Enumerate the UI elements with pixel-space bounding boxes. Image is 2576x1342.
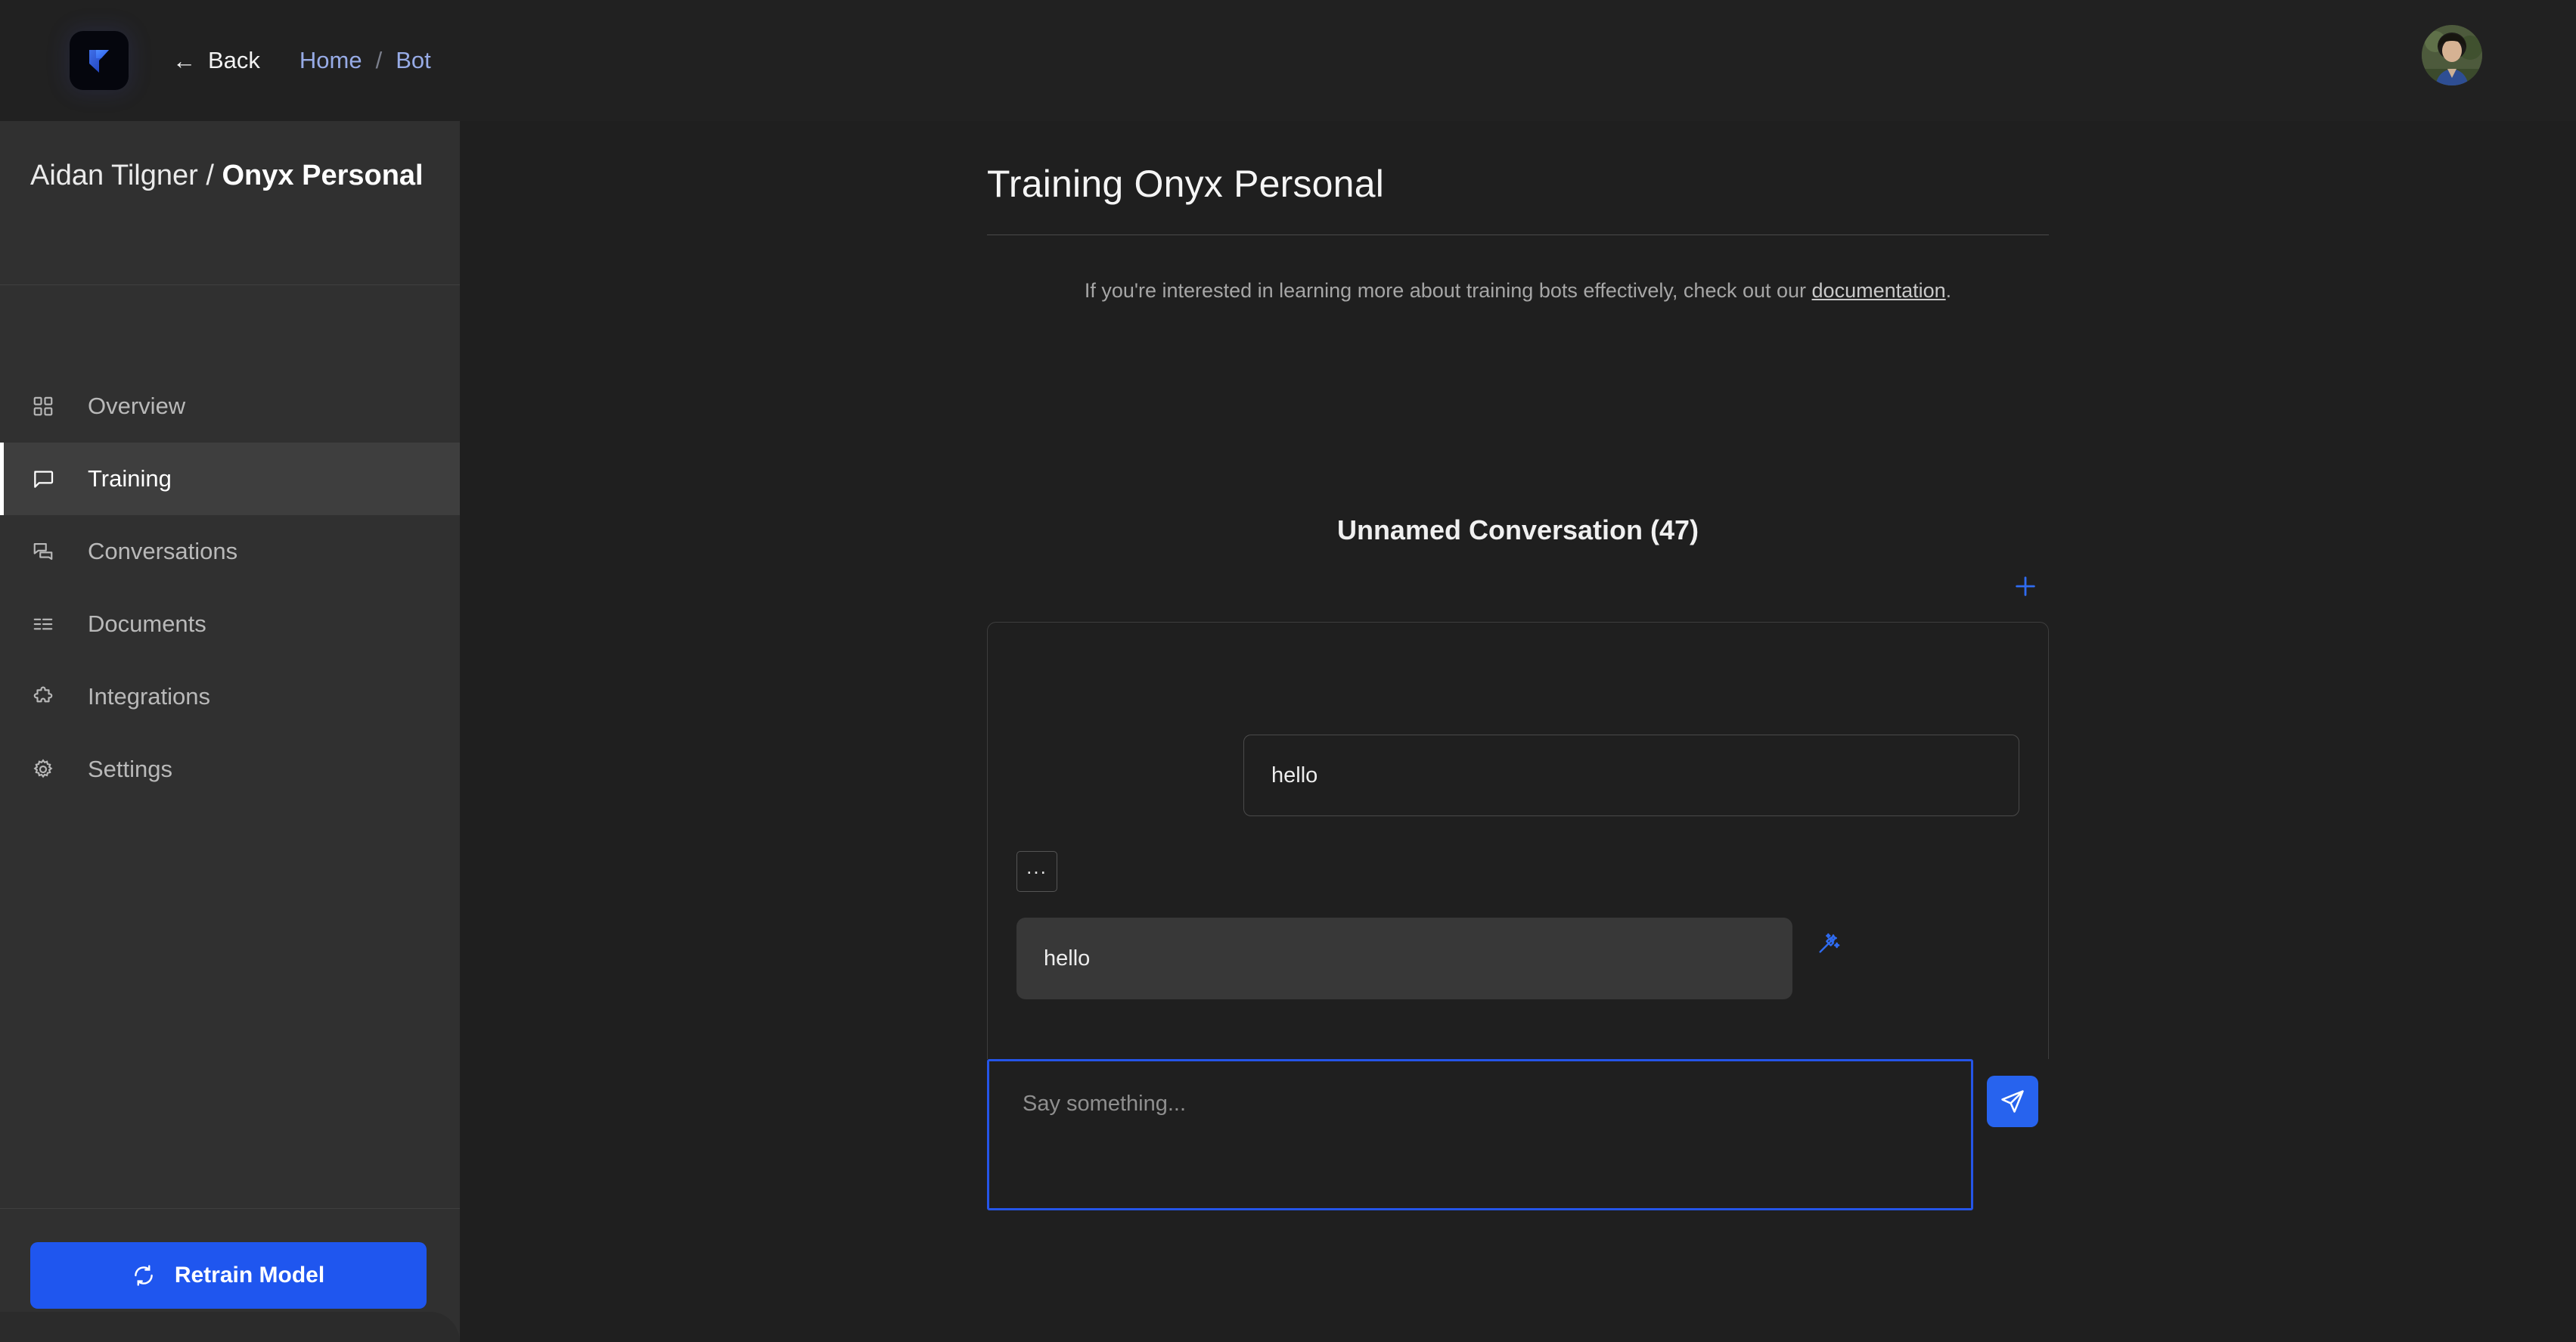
breadcrumb-home[interactable]: Home: [299, 47, 362, 74]
sidebar-bottom-decoration: [0, 1312, 460, 1342]
sidebar-item-label: Integrations: [88, 683, 210, 710]
avatar-photo: [2422, 25, 2482, 85]
sidebar-spacer: [0, 806, 460, 1208]
message-options-button[interactable]: ...: [1016, 851, 1057, 892]
sidebar-bot-name: Onyx Personal: [222, 160, 424, 191]
sidebar-title-separator: /: [198, 160, 222, 191]
send-message-button[interactable]: [1987, 1076, 2038, 1127]
plus-icon: [2013, 573, 2038, 599]
magic-wand-button[interactable]: [1812, 927, 1845, 960]
help-text: If you're interested in learning more ab…: [987, 279, 2049, 303]
flowchart-logo-icon: [82, 44, 116, 77]
user-message-bubble[interactable]: hello: [1243, 735, 2019, 816]
bot-message-bubble[interactable]: hello: [1016, 918, 1792, 999]
chat-bubble-icon: [30, 466, 56, 492]
add-conversation-button[interactable]: [2008, 569, 2043, 604]
sidebar: Aidan Tilgner / Onyx Personal Overview: [0, 121, 460, 1342]
breadcrumb-bot[interactable]: Bot: [396, 47, 431, 74]
back-arrow-icon: ←: [172, 49, 196, 73]
sidebar-header: Aidan Tilgner / Onyx Personal: [0, 121, 460, 285]
back-button-label: Back: [208, 47, 260, 74]
send-paper-plane-icon: [2000, 1089, 2025, 1114]
app-logo[interactable]: [70, 31, 129, 90]
sidebar-item-settings[interactable]: Settings: [0, 733, 460, 806]
gear-icon: [30, 756, 56, 782]
add-conversation-row: [987, 569, 2049, 604]
breadcrumb: Home / Bot: [299, 47, 431, 74]
sidebar-item-training[interactable]: Training: [0, 443, 460, 515]
sidebar-bot-title: Aidan Tilgner / Onyx Personal: [30, 157, 427, 194]
puzzle-icon: [30, 684, 56, 710]
conversation-title: Unnamed Conversation (47): [987, 514, 2049, 546]
sidebar-owner-name: Aidan Tilgner: [30, 160, 198, 191]
sidebar-nav: Overview Training Conversations: [0, 370, 460, 806]
message-row-user: hello: [1016, 623, 2019, 816]
main-content: Training Onyx Personal If you're interes…: [460, 121, 2576, 1342]
retrain-model-label: Retrain Model: [175, 1263, 324, 1288]
composer-row: [987, 1059, 2049, 1210]
chats-icon: [30, 539, 56, 564]
sidebar-item-label: Overview: [88, 393, 185, 420]
app-root: ← Back Home / Bot Aidan: [0, 0, 2576, 1342]
sidebar-item-overview[interactable]: Overview: [0, 370, 460, 443]
message-row-bot: hello: [1016, 918, 2019, 999]
breadcrumb-separator: /: [376, 47, 383, 74]
sidebar-item-conversations[interactable]: Conversations: [0, 515, 460, 588]
message-options-row: ...: [1016, 816, 2019, 892]
content-column: Training Onyx Personal If you're interes…: [987, 121, 2049, 1210]
sidebar-item-label: Training: [88, 465, 172, 492]
sidebar-item-label: Settings: [88, 756, 172, 783]
sidebar-item-integrations[interactable]: Integrations: [0, 660, 460, 733]
help-text-suffix: .: [1946, 279, 1952, 302]
top-bar: ← Back Home / Bot: [0, 0, 2576, 121]
back-button[interactable]: ← Back: [172, 47, 260, 74]
avatar[interactable]: [2422, 25, 2482, 85]
chat-messages-panel: hello ... hello: [987, 622, 2049, 1059]
page-title: Training Onyx Personal: [987, 162, 2049, 206]
retrain-model-button[interactable]: Retrain Model: [30, 1242, 427, 1309]
sidebar-item-documents[interactable]: Documents: [0, 588, 460, 660]
refresh-icon: [132, 1264, 155, 1287]
magic-wand-icon: [1817, 931, 1841, 955]
documentation-link[interactable]: documentation: [1812, 279, 1946, 302]
sidebar-item-label: Documents: [88, 610, 206, 638]
grid-icon: [30, 393, 56, 419]
message-input[interactable]: [987, 1059, 1973, 1210]
list-lines-icon: [30, 611, 56, 637]
sidebar-item-label: Conversations: [88, 538, 237, 565]
help-text-prefix: If you're interested in learning more ab…: [1085, 279, 1812, 302]
